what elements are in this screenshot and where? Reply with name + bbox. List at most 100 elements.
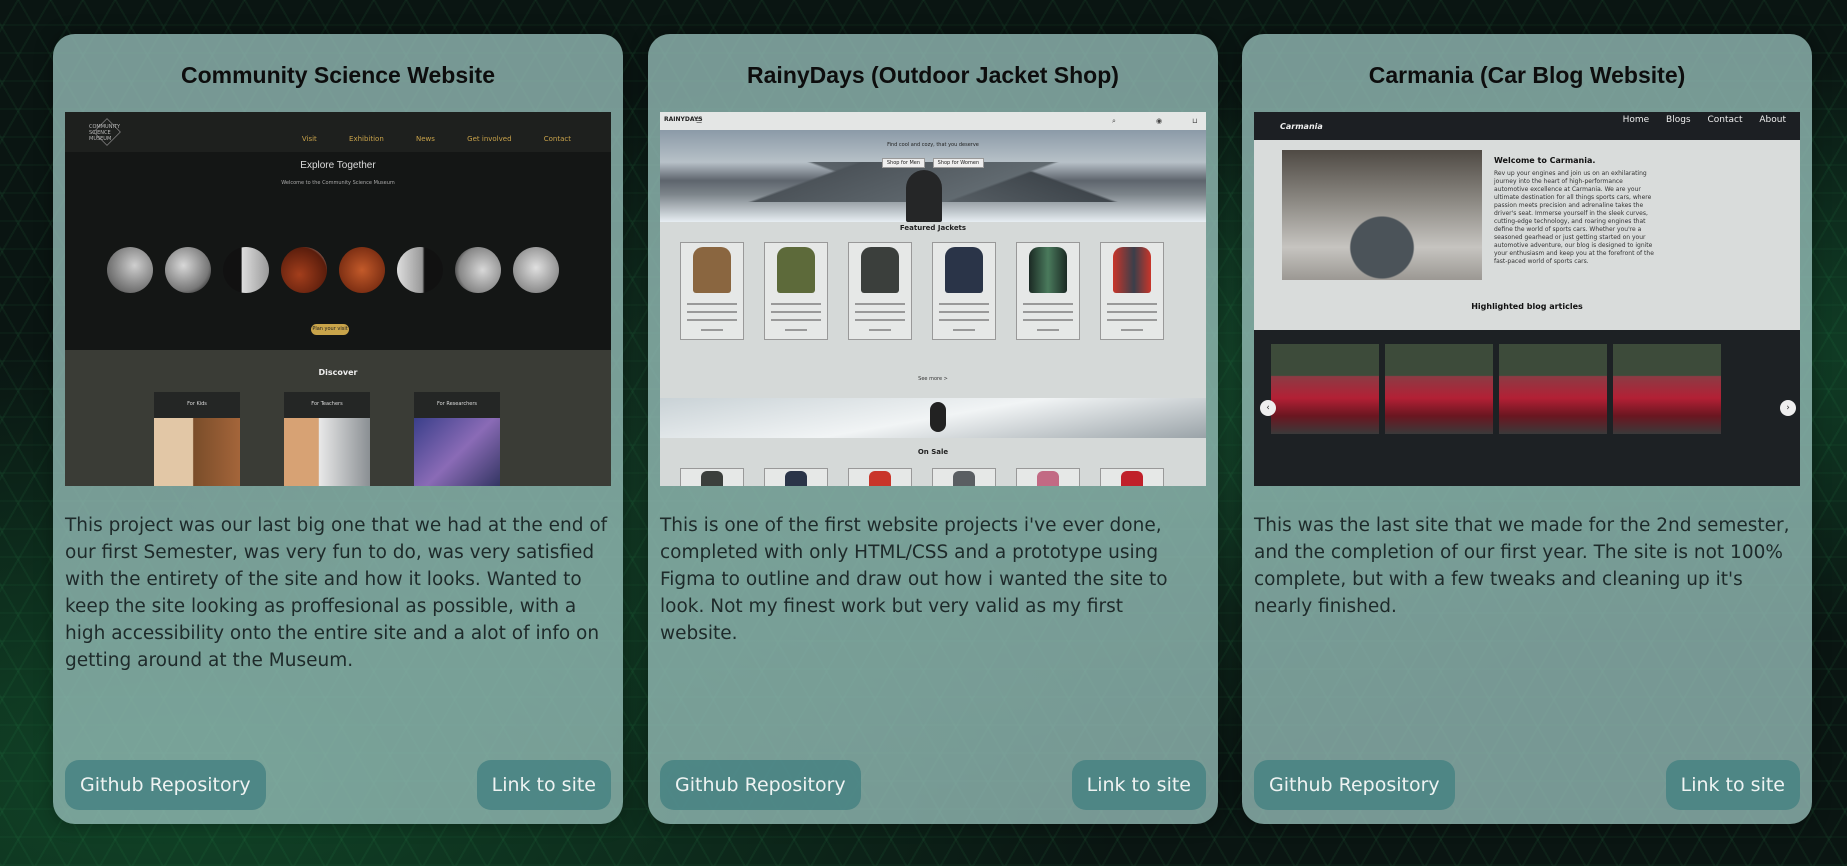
card-description: This project was our last big one that w… [65,515,608,671]
moon-phase-image [397,247,443,293]
cart-icon: ⊔ [1192,117,1198,125]
preview-nav-links: Home Blogs Contact About [1609,115,1786,125]
preview-navbar: COMMUNITY SCIENCE MUSEUM Visit Exhibitio… [65,112,611,152]
preview-nav-item: Contact [543,135,571,143]
preview-hero-content: Find cool and cozy, that you deserve Sho… [660,142,1206,168]
jacket-image [1029,247,1067,293]
preview-discover-card-label: For Kids [187,401,207,407]
card-title: Community Science Website [181,62,495,88]
kids-photo [154,418,240,486]
preview-welcome-text: Rev up your engines and join us on an ex… [1494,170,1654,265]
menu-icon: ☰ [696,117,703,125]
preview-discover-card: For Kids [154,392,240,486]
preview-highlighted-title: Highlighted blog articles [1471,302,1583,311]
preview-cta-button: Plan your visit [311,324,349,335]
preview-discover-card-label: For Researchers [436,401,478,407]
preview-discover-card-label: For Teachers [311,401,343,407]
preview-welcome-title: Welcome to Carmania. [1494,156,1596,165]
search-icon: ⌕ [1112,117,1116,125]
preview-nav-item: Contact [1707,115,1743,125]
user-icon: ◉ [1156,117,1163,125]
preview-hero-subtitle: Welcome to the Community Science Museum [281,180,395,186]
preview-navbar: RAINYDAYS ☰ ⌕ ◉ ⊔ [660,112,1206,130]
link-to-site-button[interactable]: Link to site [1665,760,1800,810]
project-card-community-science: Community Science Website COMMUNITY SCIE… [53,34,623,824]
project-screenshot: RAINYDAYS ☰ ⌕ ◉ ⊔ Find cool and cozy, th… [660,112,1206,486]
jacket-image [945,247,983,293]
moon-phase-image [455,247,501,293]
preview-sale-card [932,468,996,486]
red-car-image [1499,344,1607,434]
teachers-photo [284,418,370,486]
preview-hero: Explore Together Welcome to the Communit… [65,152,611,350]
card-description: This was the last site that we made for … [1254,515,1790,617]
preview-product-card [932,242,996,340]
preview-product-card [1100,242,1164,340]
preview-navbar: Carmania Home Blogs Contact About [1254,112,1800,140]
preview-product-card [1016,242,1080,340]
red-car-image [1385,344,1493,434]
preview-featured-title: Featured Jackets [899,224,967,232]
card-title: Carmania (Car Blog Website) [1368,62,1686,88]
link-to-site-button[interactable]: Link to site [476,760,611,810]
preview-discover-title: Discover [318,368,358,377]
preview-logo-text: COMMUNITY SCIENCE MUSEUM [89,124,121,142]
preview-brand: Carmania [1280,122,1323,131]
project-screenshot: COMMUNITY SCIENCE MUSEUM Visit Exhibitio… [65,112,611,486]
red-car-image [1613,344,1721,434]
preview-sale-card [848,468,912,486]
preview-nav-item: About [1759,115,1786,125]
github-repository-button[interactable]: Github Repository [1254,760,1455,810]
preview-hero-button: Shop for Women [932,158,985,168]
preview-sale-card [1100,468,1164,486]
jacket-image [1113,247,1151,293]
preview-hero-button: Shop for Men [881,158,926,168]
preview-nav-item: Visit [301,135,317,143]
preview-hero: Find cool and cozy, that you deserve Sho… [660,130,1206,222]
preview-nav-item: News [416,135,435,143]
moon-phase-image [223,247,269,293]
preview-product-card [848,242,912,340]
project-screenshot: Carmania Home Blogs Contact About Welcom… [1254,112,1800,486]
preview-product-card [680,242,744,340]
project-card-rainydays: RainyDays (Outdoor Jacket Shop) RAINYDAY… [648,34,1218,824]
jacket-image [861,247,899,293]
preview-nav-links: Visit Exhibition News Get involved Conta… [272,135,571,143]
supercar-showroom-image [1282,150,1482,280]
github-repository-button[interactable]: Github Repository [660,760,861,810]
project-card-carmania: Carmania (Car Blog Website) Carmania Hom… [1242,34,1812,824]
snow-banner-image [660,398,1206,438]
red-car-image [1271,344,1379,434]
researchers-photo [414,418,500,486]
preview-nav-item: Get involved [467,135,512,143]
preview-discover-card: For Teachers [284,392,370,486]
moon-phase-image [339,247,385,293]
preview-discover-section: Discover For Kids For Teachers For Resea… [65,350,611,486]
link-to-site-button[interactable]: Link to site [1071,760,1206,810]
preview-sale-card [1016,468,1080,486]
jacket-image [777,247,815,293]
preview-hero-text: Find cool and cozy, that you deserve [887,142,979,148]
preview-on-sale-title: On Sale [917,448,949,456]
preview-sale-card [764,468,828,486]
card-title: RainyDays (Outdoor Jacket Shop) [747,62,1119,88]
moon-phase-image [165,247,211,293]
preview-discover-card: For Researchers [414,392,500,486]
preview-hero-title: Explore Together [300,160,376,171]
preview-nav-item: Blogs [1666,115,1691,125]
card-description: This is one of the first website project… [660,515,1168,644]
preview-blog-carousel: ‹ › [1254,330,1800,486]
moon-phase-image [107,247,153,293]
github-repository-button[interactable]: Github Repository [65,760,266,810]
preview-see-more-link: See more > [918,376,948,382]
preview-nav-item: Exhibition [349,135,384,143]
preview-nav-item: Home [1622,115,1650,125]
chevron-left-icon: ‹ [1260,400,1276,416]
preview-sale-card [680,468,744,486]
jacket-image [693,247,731,293]
chevron-right-icon: › [1780,400,1796,416]
moon-phase-image [513,247,559,293]
moon-phase-image [281,247,327,293]
hiker-image [906,170,942,222]
preview-product-card [764,242,828,340]
